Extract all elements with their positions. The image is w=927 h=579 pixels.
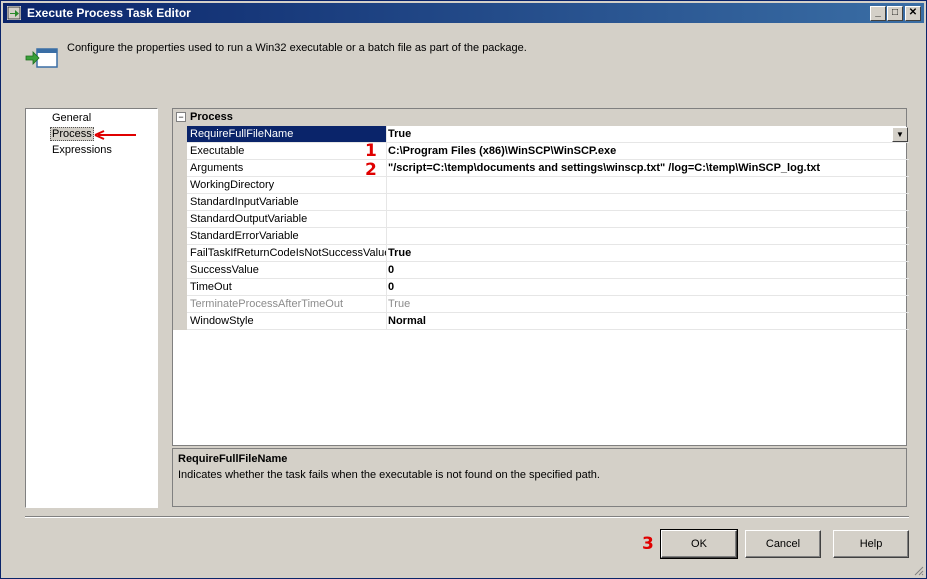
property-row[interactable]: RequireFullFileName True ▼ — [173, 126, 909, 143]
property-value[interactable]: C:\Program Files (x86)\WinSCP\WinSCP.exe — [385, 143, 909, 160]
annotation-arrow — [94, 130, 136, 140]
description-panel: RequireFullFileName Indicates whether th… — [172, 448, 907, 507]
property-name[interactable]: StandardErrorVariable — [187, 228, 387, 245]
property-row[interactable]: Executable C:\Program Files (x86)\WinSCP… — [173, 143, 909, 160]
property-value[interactable] — [385, 211, 909, 228]
property-name[interactable]: RequireFullFileName — [187, 126, 387, 143]
property-row[interactable]: SuccessValue 0 — [173, 262, 909, 279]
chevron-down-icon: ▼ — [896, 130, 904, 139]
minimize-icon: _ — [875, 7, 881, 18]
category-label: Process — [190, 111, 233, 123]
execute-process-icon — [25, 48, 58, 68]
property-value[interactable]: "/script=C:\temp\documents and settings\… — [385, 160, 909, 177]
property-row[interactable]: WindowStyle Normal — [173, 313, 909, 330]
property-value[interactable]: True ▼ — [385, 126, 909, 143]
property-name[interactable]: StandardInputVariable — [187, 194, 387, 211]
description-text: Indicates whether the task fails when th… — [178, 469, 600, 481]
property-name[interactable]: FailTaskIfReturnCodeIsNotSuccessValue — [187, 245, 387, 262]
property-row[interactable]: StandardErrorVariable — [173, 228, 909, 245]
property-row-disabled: TerminateProcessAfterTimeOut True — [173, 296, 909, 313]
property-name[interactable]: SuccessValue — [187, 262, 387, 279]
property-value[interactable] — [385, 177, 909, 194]
window-title: Execute Process Task Editor — [27, 6, 191, 20]
property-row[interactable]: WorkingDirectory — [173, 177, 909, 194]
property-name[interactable]: Executable — [187, 143, 387, 160]
property-name[interactable]: TimeOut — [187, 279, 387, 296]
property-value: True — [385, 296, 909, 313]
property-name[interactable]: WindowStyle — [187, 313, 387, 330]
resize-grip-icon[interactable] — [912, 564, 924, 576]
property-value[interactable] — [385, 228, 909, 245]
nav-item-general[interactable]: General — [50, 111, 93, 125]
property-row[interactable]: FailTaskIfReturnCodeIsNotSuccessValue Tr… — [173, 245, 909, 262]
maximize-button[interactable]: □ — [887, 6, 903, 21]
category-process[interactable]: − Process — [173, 109, 906, 126]
property-row[interactable]: StandardOutputVariable — [173, 211, 909, 228]
collapse-icon[interactable]: − — [176, 112, 186, 122]
app-icon — [7, 6, 21, 20]
property-row[interactable]: Arguments "/script=C:\temp\documents and… — [173, 160, 909, 177]
annotation-marker-1: 1 — [365, 141, 377, 161]
property-value[interactable]: Normal — [385, 313, 909, 330]
property-grid: − Process RequireFullFileName True ▼ Exe… — [172, 108, 909, 446]
property-name[interactable]: WorkingDirectory — [187, 177, 387, 194]
property-value[interactable]: True — [385, 245, 909, 262]
page-nav: General Process Expressions — [25, 108, 158, 508]
property-row[interactable]: TimeOut 0 — [173, 279, 909, 296]
property-value-text: True — [388, 128, 412, 140]
property-name[interactable]: StandardOutputVariable — [187, 211, 387, 228]
minimize-button[interactable]: _ — [870, 6, 886, 21]
nav-item-process[interactable]: Process — [50, 127, 94, 141]
description-title: RequireFullFileName — [178, 453, 288, 465]
property-name[interactable]: Arguments — [187, 160, 387, 177]
nav-item-expressions[interactable]: Expressions — [50, 143, 114, 157]
property-name: TerminateProcessAfterTimeOut — [187, 296, 387, 313]
dropdown-button[interactable]: ▼ — [892, 127, 908, 142]
annotation-marker-3: 3 — [642, 534, 654, 554]
property-value[interactable]: 0 — [385, 279, 909, 296]
property-row[interactable]: StandardInputVariable — [173, 194, 909, 211]
property-value[interactable] — [385, 194, 909, 211]
help-button[interactable]: Help — [833, 530, 909, 558]
divider — [25, 516, 909, 518]
ok-button[interactable]: OK — [660, 529, 738, 559]
maximize-icon: □ — [891, 7, 899, 18]
dialog-window: Execute Process Task Editor _ □ ✕ Config… — [0, 0, 927, 579]
title-bar[interactable]: Execute Process Task Editor _ □ ✕ — [3, 3, 924, 23]
close-button[interactable]: ✕ — [905, 6, 921, 21]
cancel-button[interactable]: Cancel — [745, 530, 821, 558]
annotation-marker-2: 2 — [365, 160, 377, 180]
property-value[interactable]: 0 — [385, 262, 909, 279]
close-icon: ✕ — [908, 7, 918, 18]
header-description: Configure the properties used to run a W… — [67, 42, 527, 54]
